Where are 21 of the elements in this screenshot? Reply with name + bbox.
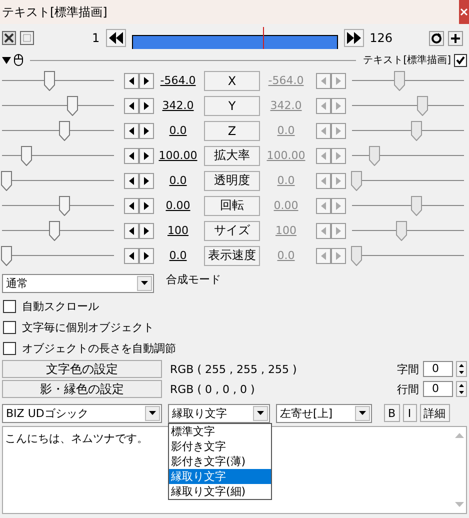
object-label: テキスト[標準描画] [363,54,451,67]
option-label: オブジェクトの長さを自動調節 [22,341,176,356]
text-content: こんにちは、ネムツナです。 [4,431,149,447]
end-value: 0.00 [272,199,300,212]
blend-label: 合成モード [166,272,221,286]
end-value: 0.0 [276,249,296,262]
end-value: 0.0 [276,124,296,137]
end-frame: 126 [370,31,393,45]
option-label: 自動スクロール [22,299,99,314]
end-value: 100 [274,224,298,237]
option-label: 文字毎に個別オブジェクト [22,320,154,335]
rgb-value: RGB ( 255 , 255 , 255 ) [170,362,298,376]
end-value: 100.00 [266,149,306,162]
end-value: -564.0 [267,74,305,87]
start-frame: 1 [92,31,100,45]
window-title: テキスト[標準描画] [1,4,108,20]
spacing-label: 行間 [397,382,419,396]
rgb-value: RGB ( 0 , 0 , 0 ) [170,382,256,396]
end-value: 342.0 [269,99,303,112]
end-value: 0.0 [276,174,296,187]
spacing-label: 字間 [397,362,419,376]
